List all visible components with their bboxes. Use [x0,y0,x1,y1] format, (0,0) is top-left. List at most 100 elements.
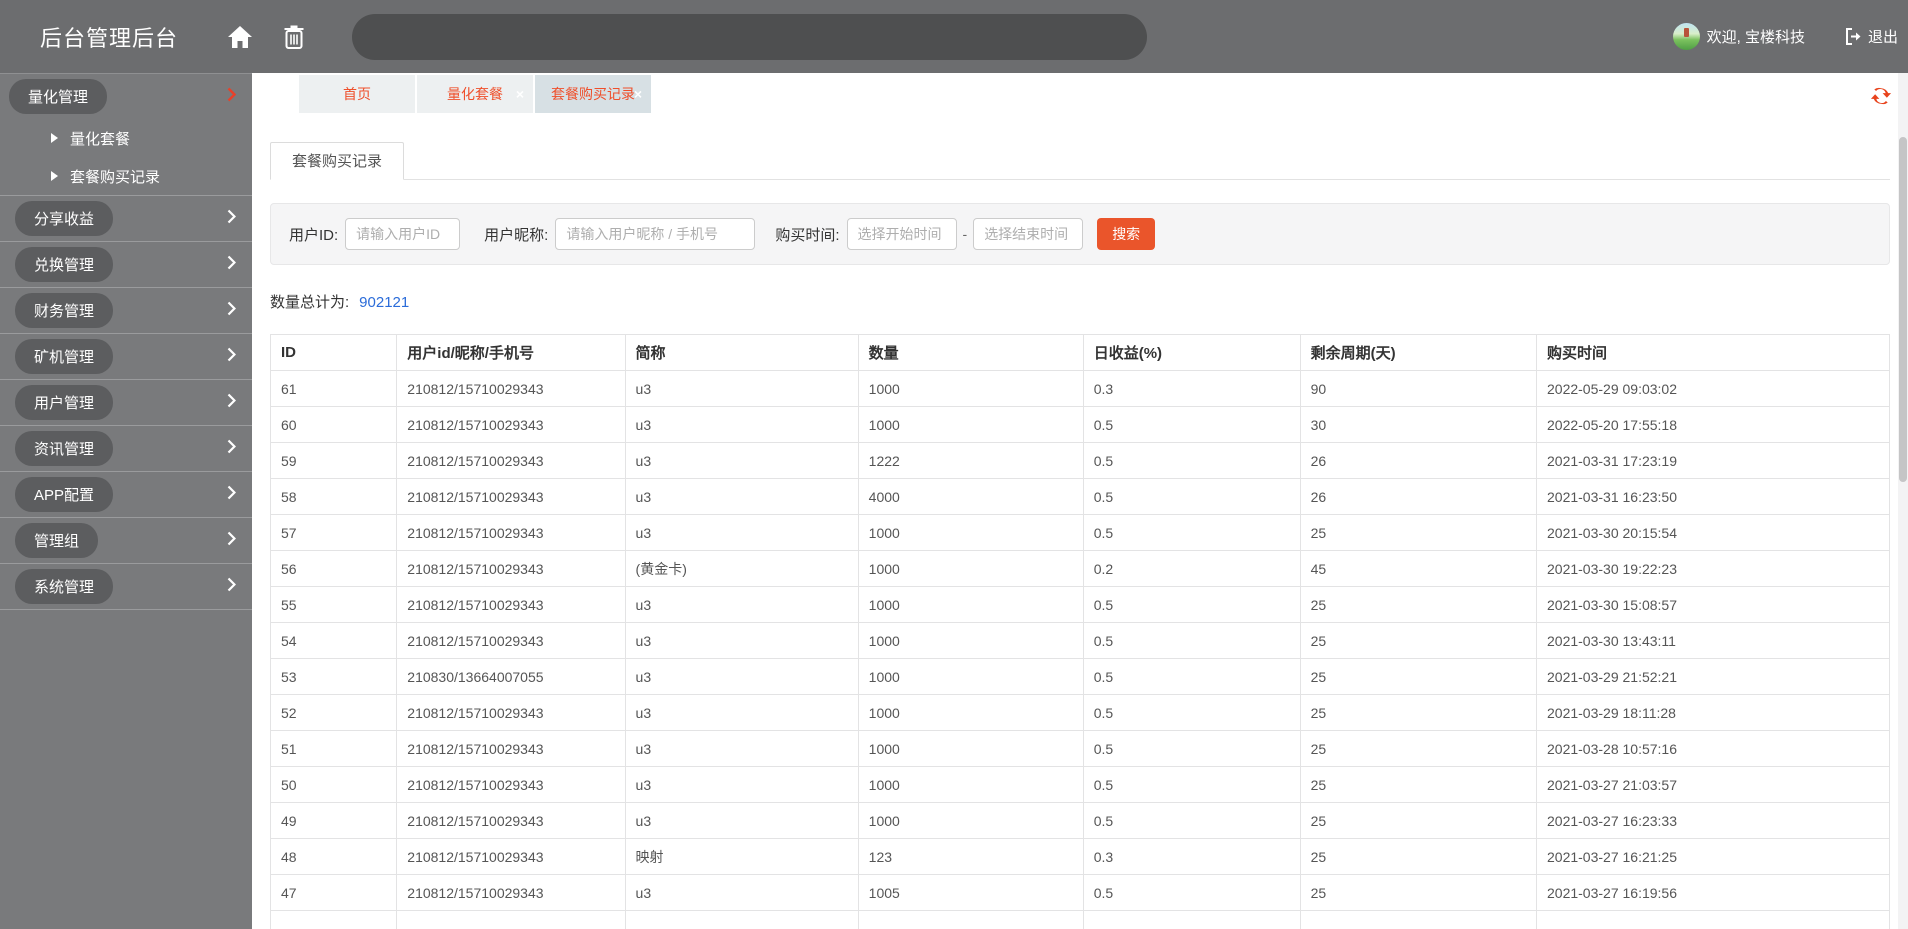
sidebar-section: 矿机管理 [0,334,252,380]
table-cell: 0.5 [1082,406,1301,443]
table-cell: u3 [624,478,859,515]
sidebar-item-finance-manage[interactable]: 财务管理 [0,288,252,333]
table-cell: u3 [624,442,859,479]
table-row: 53 210830/13664007055 u3 1000 0.5 25 2021-03-2… [269,658,1890,695]
logout-button[interactable]: 退出 [1845,26,1898,47]
caret-right-icon [51,133,58,143]
sidebar-subitem-quant-package[interactable]: 量化套餐 [0,119,252,157]
caret-right-icon [51,171,58,181]
nickname-label: 用户昵称: [484,226,549,244]
table-cell: 1005 [857,874,1084,911]
scrollbar-thumb[interactable] [1899,137,1907,482]
header-user-area: 欢迎, 宝楼科技 退出 [1672,23,1898,50]
sidebar-item-admin-group[interactable]: 管理组 [0,518,252,563]
table-cell: 210812/15710029343 [396,514,626,551]
table-cell: 49 [269,802,398,839]
table-cell: u3 [624,370,859,407]
col-header-remaining-days: 剩余周期(天) [1299,334,1538,371]
sidebar-item-label: 量化管理 [9,79,108,114]
table-row: 50 210812/15710029343 u3 1000 0.5 25 2021-03-2… [269,766,1890,803]
tab-label: 首页 [343,86,371,102]
user-id-input[interactable] [345,218,461,250]
sidebar-item-news-manage[interactable]: 资讯管理 [0,426,252,471]
chevron-right-icon [227,301,237,321]
nickname-input[interactable] [555,218,756,250]
purchase-time-label: 购买时间: [775,226,840,244]
table-cell: 25 [1299,838,1538,875]
sidebar-item-user-manage[interactable]: 用户管理 [0,380,252,425]
col-header-daily-yield: 日收益(%) [1082,334,1301,371]
table-cell: 2021-03-31 16:23:50 [1536,478,1890,515]
table-cell: 1000 [857,658,1084,695]
search-button[interactable]: 搜索 [1097,218,1156,250]
sidebar-item-quant-manage[interactable]: 量化管理 [0,74,252,119]
vertical-scrollbar[interactable] [1898,73,1908,929]
table-cell: 映射 [624,838,859,875]
sidebar-item-system-manage[interactable]: 系统管理 [0,564,252,609]
chevron-right-icon [227,347,237,367]
table-cell: 210812/15710029343 [396,406,626,443]
close-icon[interactable]: × [634,87,642,101]
table-cell: 2021-03-30 19:22:23 [1536,550,1890,587]
table-cell: 26 [1299,478,1538,515]
table-cell [1299,910,1538,929]
table-cell: 0.5 [1082,586,1301,623]
sidebar: 量化管理 量化套餐 套餐购买记录 分享收益 兑换管理 财务管理 矿机管理 用户管… [0,73,252,929]
sidebar-section: 管理组 [0,518,252,564]
table-cell: 2021-03-29 18:11:28 [1536,694,1890,731]
sidebar-subitem-purchase-records[interactable]: 套餐购买记录 [0,157,252,195]
col-header-id: ID [269,334,398,371]
trash-icon-glyph [284,25,304,49]
table-cell: u3 [624,730,859,767]
home-icon[interactable] [226,23,254,51]
table-cell: 54 [269,622,398,659]
header-search-input[interactable] [352,13,1148,60]
table-cell: 2021-03-30 13:43:11 [1536,622,1890,659]
table-cell: (黄金卡) [624,550,859,587]
table-cell: 53 [269,658,398,695]
table-cell: 2021-03-28 10:57:16 [1536,730,1890,767]
table-row [269,910,1890,929]
sidebar-item-exchange-manage[interactable]: 兑换管理 [0,242,252,287]
sidebar-item-app-config[interactable]: APP配置 [0,472,252,517]
table-cell: 56 [269,550,398,587]
table-cell: 2021-03-27 16:23:33 [1536,802,1890,839]
panel-tab-purchase-records[interactable]: 套餐购买记录 [270,142,405,180]
top-tabbar: 首页 量化套餐 × 套餐购买记录 × [252,73,1908,120]
close-icon[interactable]: × [516,87,524,101]
table-cell: 0.5 [1082,442,1301,479]
table-cell: 2021-03-29 21:52:21 [1536,658,1890,695]
start-time-input[interactable] [846,218,957,250]
logout-label: 退出 [1867,29,1898,46]
sidebar-item-label: 系统管理 [15,569,114,604]
table-row: 58 210812/15710029343 u3 4000 0.5 26 2021-03-3… [269,478,1890,515]
sidebar-item-miner-manage[interactable]: 矿机管理 [0,334,252,379]
panel-tabbar: 套餐购买记录 [270,142,1890,180]
sidebar-item-label: 用户管理 [15,385,114,420]
end-time-input[interactable] [973,218,1084,250]
refresh-button[interactable] [1870,85,1892,107]
table-cell: 55 [269,586,398,623]
table-cell: 0.5 [1082,514,1301,551]
chevron-right-icon [227,439,237,459]
table-cell: 61 [269,370,398,407]
tab-home[interactable]: 首页 [299,75,415,113]
sidebar-section: 系统管理 [0,564,252,610]
sidebar-item-share-income[interactable]: 分享收益 [0,196,252,241]
welcome-text: 欢迎, 宝楼科技 [1706,29,1805,46]
table-cell: 0.5 [1082,766,1301,803]
tab-quant-package[interactable]: 量化套餐 × [417,75,533,113]
table-row: 60 210812/15710029343 u3 1000 0.5 30 2022-05-2… [269,406,1890,443]
tab-label: 套餐购买记录 [551,86,635,102]
table-cell: 2022-05-20 17:55:18 [1536,406,1890,443]
table-cell: 210812/15710029343 [396,478,626,515]
table-cell: 25 [1299,874,1538,911]
chevron-right-icon [227,87,237,107]
table-row: 49 210812/15710029343 u3 1000 0.5 25 2021-03-2… [269,802,1890,839]
table-cell: 50 [269,766,398,803]
trash-icon[interactable] [280,23,308,51]
table-header-row: ID 用户id/昵称/手机号 简称 数量 日收益(%) 剩余周期(天) 购买时间 [269,334,1890,371]
table-row: 52 210812/15710029343 u3 1000 0.5 25 2021-03-2… [269,694,1890,731]
tab-purchase-records[interactable]: 套餐购买记录 × [535,75,651,113]
table-cell: 0.5 [1082,802,1301,839]
